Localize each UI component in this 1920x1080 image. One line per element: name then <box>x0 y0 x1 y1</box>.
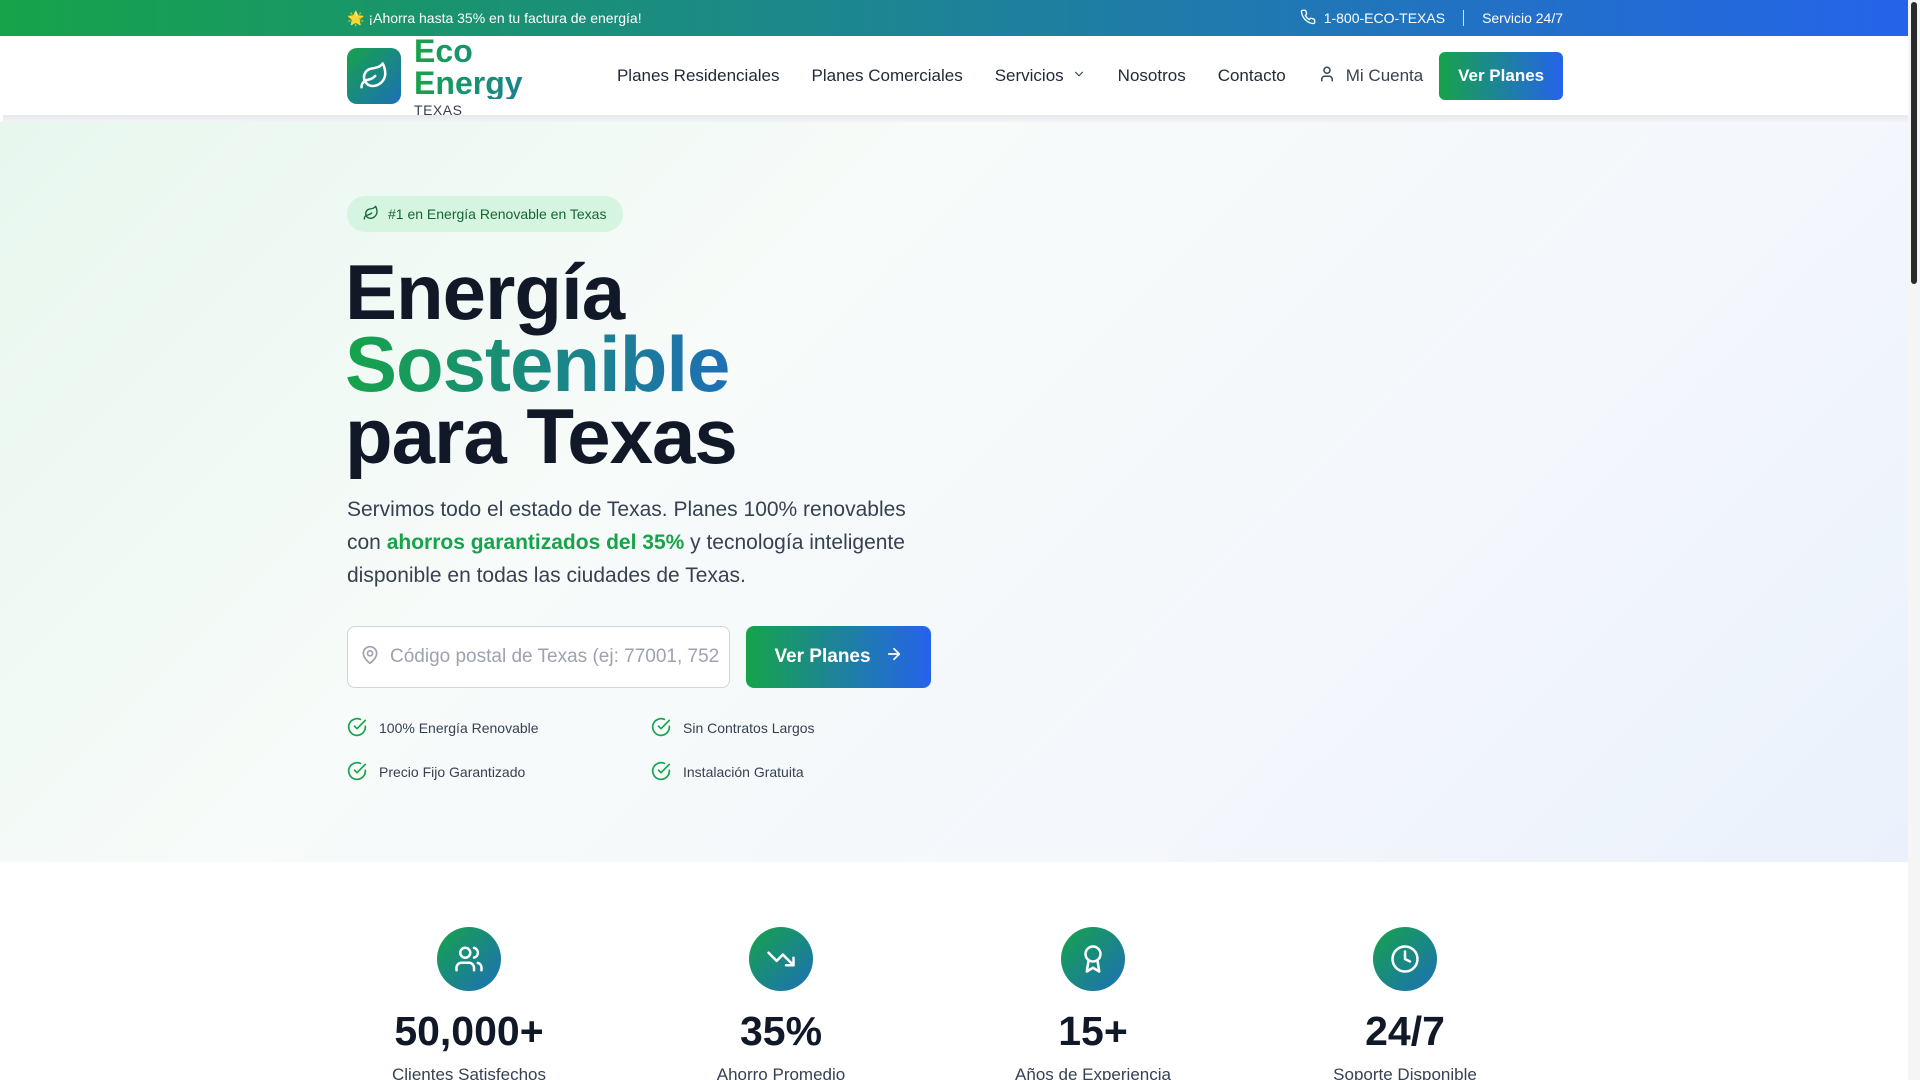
hero-description: Servimos todo el estado de Texas. Planes… <box>347 493 927 592</box>
feature-label: 100% Energía Renovable <box>379 720 539 736</box>
stat-value: 24/7 <box>1365 1008 1445 1054</box>
promo-text: ¡Ahorra hasta 35% en tu factura de energ… <box>368 10 642 26</box>
feature-label: Sin Contratos Largos <box>683 720 815 736</box>
user-icon <box>1318 65 1336 88</box>
check-circle-icon <box>347 717 367 740</box>
feature-item: Instalación Gratuita <box>651 761 947 784</box>
headline-line-3: para Texas <box>345 392 738 480</box>
page-scrollbar[interactable] <box>1908 0 1920 1080</box>
hero-headline: Energía Sostenible para Texas <box>345 253 738 475</box>
feature-item: Precio Fijo Garantizado <box>347 761 651 784</box>
service-hours: Servicio 24/7 <box>1482 10 1563 26</box>
hero-section: #1 en Energía Renovable en Texas Energía… <box>0 122 1908 862</box>
stat-label: Clientes Satisfechos <box>391 1065 547 1080</box>
leaf-icon <box>363 205 379 224</box>
feature-list: 100% Energía Renovable Sin Contratos Lar… <box>347 717 947 784</box>
users-icon <box>437 927 501 991</box>
feature-label: Instalación Gratuita <box>683 764 804 780</box>
nav-nosotros[interactable]: Nosotros <box>1118 66 1186 86</box>
logo-title: Eco Energy <box>414 35 584 99</box>
trending-down-icon <box>749 927 813 991</box>
arrow-right-icon <box>885 645 903 669</box>
leaf-icon <box>347 48 402 104</box>
check-circle-icon <box>651 761 671 784</box>
phone-number: 1-800-ECO-TEXAS <box>1323 10 1446 26</box>
feature-item: 100% Energía Renovable <box>347 717 651 740</box>
hero-ver-planes-button[interactable]: Ver Planes <box>746 626 931 688</box>
stat-value: 15+ <box>1058 1008 1128 1054</box>
header-ver-planes-button[interactable]: Ver Planes <box>1439 52 1563 100</box>
logo[interactable]: Eco Energy TEXAS <box>347 35 584 117</box>
stat-item: 35% Ahorro Promedio <box>656 927 906 1080</box>
nav-servicios-label: Servicios <box>994 66 1064 85</box>
hero-cta-label: Ver Planes <box>774 646 871 667</box>
divider <box>1463 10 1465 26</box>
phone-link[interactable]: 1-800-ECO-TEXAS <box>1300 9 1445 28</box>
main-nav: Planes Residenciales Planes Comerciales … <box>617 65 1439 88</box>
top-announcement-bar: 🌟 ¡Ahorra hasta 35% en tu factura de ene… <box>0 0 1920 36</box>
account-label: Mi Cuenta <box>1345 66 1424 85</box>
promo-message: 🌟 ¡Ahorra hasta 35% en tu factura de ene… <box>347 10 642 27</box>
stat-label: Años de Experiencia <box>1015 1065 1171 1080</box>
zip-code-input[interactable] <box>390 646 720 668</box>
nav-servicios[interactable]: Servicios <box>995 66 1086 86</box>
feature-item: Sin Contratos Largos <box>651 717 947 740</box>
award-icon <box>1061 927 1125 991</box>
stat-value: 50,000+ <box>394 1008 544 1054</box>
nav-contacto[interactable]: Contacto <box>1218 66 1286 86</box>
stat-label: Soporte Disponible <box>1333 1065 1477 1080</box>
map-pin-icon <box>360 645 380 670</box>
hero-badge: #1 en Energía Renovable en Texas <box>347 196 624 232</box>
nav-planes-comerciales[interactable]: Planes Comerciales <box>812 66 963 86</box>
stat-item: 50,000+ Clientes Satisfechos <box>344 927 594 1080</box>
stat-item: 15+ Años de Experiencia <box>968 927 1218 1080</box>
stat-item: 24/7 Soporte Disponible <box>1280 927 1530 1080</box>
stat-value: 35% <box>739 1008 823 1054</box>
star-icon: 🌟 <box>347 9 365 26</box>
account-link[interactable]: Mi Cuenta <box>1318 65 1423 88</box>
scrollbar-thumb[interactable] <box>1911 2 1917 284</box>
zip-input-wrapper <box>347 626 730 688</box>
header-divider <box>3 115 1908 122</box>
stat-label: Ahorro Promedio <box>716 1065 846 1080</box>
site-header: Eco Energy TEXAS Planes Residenciales Pl… <box>0 35 1920 117</box>
chevron-down-icon <box>1072 66 1086 86</box>
hero-badge-text: #1 en Energía Renovable en Texas <box>388 206 607 222</box>
clock-icon <box>1373 927 1437 991</box>
check-circle-icon <box>347 761 367 784</box>
phone-icon <box>1300 9 1316 28</box>
feature-label: Precio Fijo Garantizado <box>379 764 526 780</box>
check-circle-icon <box>651 717 671 740</box>
desc-highlight: ahorros garantizados del 35% <box>386 531 685 554</box>
stats-section: 50,000+ Clientes Satisfechos 35% Ahorro … <box>347 927 1563 1080</box>
nav-planes-residenciales[interactable]: Planes Residenciales <box>617 66 780 86</box>
